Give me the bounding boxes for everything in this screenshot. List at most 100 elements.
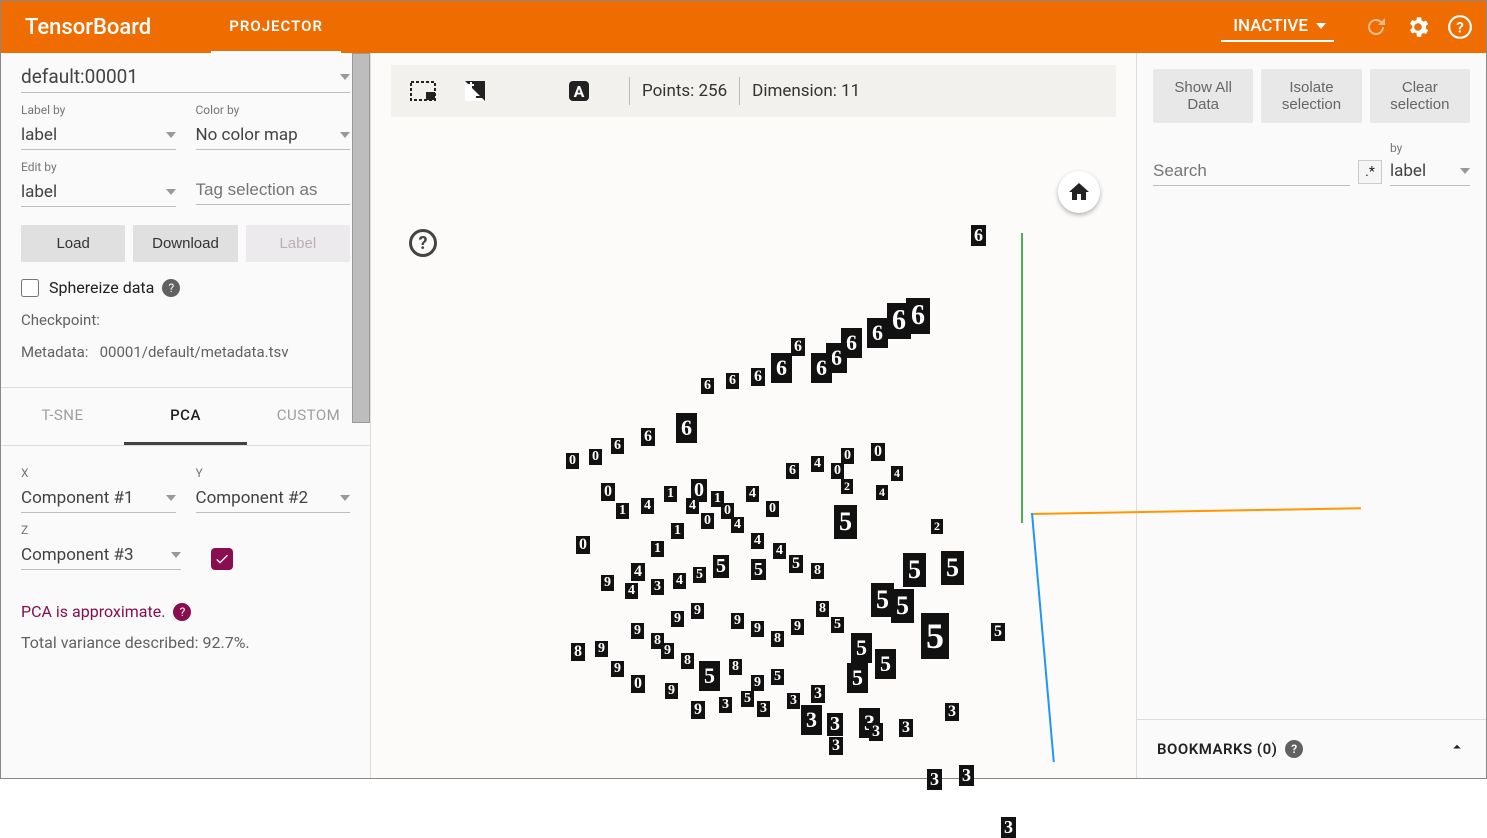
- data-point[interactable]: 4: [746, 486, 759, 502]
- isolate-button[interactable]: Isolate selection: [1261, 69, 1361, 123]
- data-point[interactable]: 5: [751, 559, 766, 580]
- data-point[interactable]: 6: [726, 373, 739, 389]
- data-point[interactable]: 0: [576, 536, 590, 554]
- pca-x-select[interactable]: Component #1: [21, 484, 176, 513]
- data-point[interactable]: 6: [641, 428, 655, 446]
- data-point[interactable]: 4: [625, 583, 638, 599]
- data-point[interactable]: 3: [959, 765, 974, 786]
- data-point[interactable]: 6: [867, 318, 888, 348]
- run-select[interactable]: default:00001: [21, 61, 350, 93]
- data-point[interactable]: 8: [729, 659, 742, 675]
- data-point[interactable]: 6: [676, 413, 697, 443]
- data-point[interactable]: 6: [791, 338, 805, 356]
- data-point[interactable]: 9: [611, 661, 624, 677]
- data-point[interactable]: 5: [693, 567, 706, 583]
- nav-tab-projector[interactable]: PROJECTOR: [211, 1, 341, 54]
- data-point[interactable]: 5: [741, 691, 754, 707]
- data-point[interactable]: 6: [906, 298, 930, 334]
- data-point[interactable]: 0: [831, 463, 844, 479]
- search-by-select[interactable]: label: [1390, 157, 1470, 186]
- data-point[interactable]: 6: [751, 368, 765, 386]
- data-point[interactable]: 6: [811, 353, 832, 383]
- data-point[interactable]: 2: [931, 519, 943, 534]
- scrollbar[interactable]: [352, 53, 370, 423]
- data-point[interactable]: 0: [871, 443, 885, 461]
- color-by-select[interactable]: No color map: [196, 121, 351, 150]
- data-point[interactable]: 5: [921, 613, 949, 659]
- data-point[interactable]: 5: [771, 669, 784, 685]
- data-point[interactable]: 6: [771, 353, 792, 383]
- status-dropdown[interactable]: INACTIVE: [1221, 12, 1334, 42]
- label-by-select[interactable]: label: [21, 121, 176, 150]
- help-icon[interactable]: ?: [1446, 13, 1474, 41]
- data-point[interactable]: 0: [566, 453, 579, 469]
- data-point[interactable]: 5: [834, 505, 857, 539]
- data-point[interactable]: 9: [791, 619, 804, 635]
- data-point[interactable]: 5: [831, 617, 844, 633]
- data-point[interactable]: 1: [671, 523, 684, 539]
- label-mode-icon[interactable]: A: [565, 77, 593, 105]
- data-point[interactable]: 3: [787, 693, 800, 709]
- data-point[interactable]: 0: [589, 449, 602, 465]
- data-point[interactable]: 5: [851, 633, 872, 663]
- data-point[interactable]: 0: [841, 448, 854, 464]
- data-point[interactable]: 4: [891, 466, 903, 481]
- bookmarks-toggle[interactable]: BOOKMARKS (0) ?: [1137, 719, 1486, 778]
- data-point[interactable]: 3: [801, 705, 822, 735]
- data-point[interactable]: 3: [927, 769, 942, 790]
- data-point[interactable]: 2: [841, 479, 853, 494]
- data-point[interactable]: 3: [757, 701, 770, 717]
- data-point[interactable]: 1: [616, 503, 629, 519]
- show-all-button[interactable]: Show All Data: [1153, 69, 1253, 123]
- exposure-icon[interactable]: [461, 77, 489, 105]
- data-point[interactable]: 9: [665, 683, 678, 699]
- data-point[interactable]: 4: [876, 485, 888, 500]
- data-point[interactable]: 0: [601, 483, 615, 501]
- canvas-help-button[interactable]: ?: [409, 229, 437, 257]
- data-point[interactable]: 9: [601, 575, 614, 591]
- load-button[interactable]: Load: [21, 225, 125, 262]
- data-point[interactable]: 9: [631, 623, 644, 639]
- data-point[interactable]: 3: [811, 685, 825, 703]
- label-button[interactable]: Label: [246, 225, 350, 262]
- data-point[interactable]: 6: [786, 463, 799, 479]
- data-point[interactable]: 6: [611, 438, 624, 454]
- download-button[interactable]: Download: [133, 225, 237, 262]
- data-point[interactable]: 3: [719, 697, 732, 713]
- projector-canvas[interactable]: A Points: 256 Dimension: 11 ? 6666666666…: [371, 53, 1136, 778]
- data-point[interactable]: 4: [641, 498, 654, 514]
- pca-z-checkbox[interactable]: [211, 548, 233, 570]
- data-point[interactable]: 1: [664, 486, 677, 502]
- pca-y-select[interactable]: Component #2: [196, 484, 351, 513]
- data-point[interactable]: 5: [903, 553, 926, 587]
- select-rect-icon[interactable]: [409, 77, 437, 105]
- regex-toggle[interactable]: .*: [1358, 160, 1382, 184]
- data-point[interactable]: 1: [651, 541, 664, 557]
- data-point[interactable]: 6: [701, 378, 714, 394]
- tab-tsne[interactable]: T-SNE: [1, 388, 124, 445]
- reload-icon[interactable]: [1362, 13, 1390, 41]
- edit-by-select[interactable]: label: [21, 178, 176, 207]
- data-point[interactable]: 8: [771, 631, 784, 647]
- sphereize-checkbox[interactable]: [21, 279, 39, 297]
- data-point[interactable]: 4: [673, 573, 686, 589]
- data-point[interactable]: 8: [681, 653, 694, 669]
- data-point[interactable]: 3: [869, 723, 883, 741]
- data-point[interactable]: 4: [811, 456, 824, 472]
- data-point[interactable]: 1: [711, 491, 724, 507]
- data-point[interactable]: 9: [751, 675, 764, 691]
- tab-pca[interactable]: PCA: [124, 388, 247, 445]
- data-point[interactable]: 0: [766, 501, 779, 517]
- data-point[interactable]: 5: [941, 551, 964, 585]
- data-point[interactable]: 8: [811, 563, 824, 579]
- data-point[interactable]: 5: [847, 663, 868, 693]
- data-point[interactable]: 8: [571, 643, 585, 661]
- bookmarks-help-icon[interactable]: ?: [1285, 740, 1303, 758]
- data-point[interactable]: 9: [751, 621, 764, 637]
- data-point[interactable]: 9: [691, 701, 705, 719]
- data-point[interactable]: 3: [829, 737, 843, 755]
- data-point[interactable]: 8: [816, 601, 829, 617]
- data-point[interactable]: 5: [699, 661, 720, 691]
- data-point[interactable]: 0: [701, 513, 714, 529]
- sphereize-help-icon[interactable]: ?: [162, 279, 180, 297]
